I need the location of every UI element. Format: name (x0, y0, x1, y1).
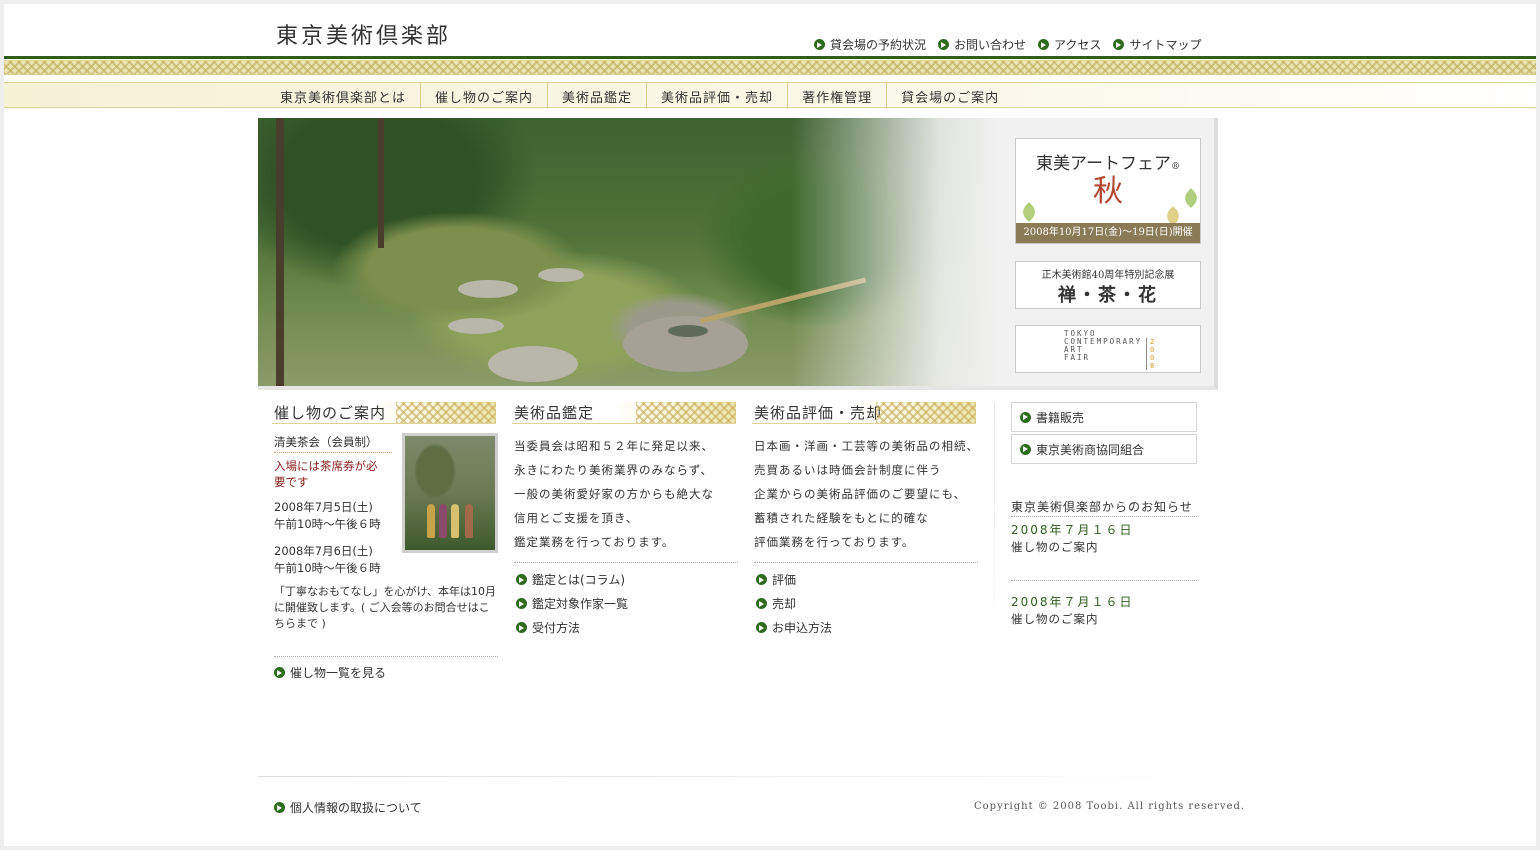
top-links: 貸会場の予約状況 お問い合わせ アクセス サイトマップ (814, 36, 1213, 53)
evaluation-heading: 美術品評価・売却 (752, 402, 976, 424)
event-time-2: 午前10時～午後６時 (274, 561, 381, 575)
stepping-stone (488, 346, 578, 382)
arrow-bullet-icon (938, 39, 950, 50)
arrow-bullet-icon (516, 622, 527, 633)
event-photo[interactable] (402, 433, 498, 553)
arrow-bullet-icon (1113, 39, 1125, 50)
footer-divider (258, 776, 1218, 777)
news-divider (1011, 580, 1197, 581)
evaluation-text: 日本画・洋画・工芸等の美術品の相続、 売買あるいは時価会計制度に伴う 企業からの… (754, 439, 979, 549)
header-divider (4, 56, 1536, 59)
copyright-text: Copyright © 2008 Toobi. All rights reser… (974, 801, 1246, 812)
news-heading: 東京美術倶楽部からのお知らせ (1011, 500, 1193, 514)
news-date: 2008年７月１６日 (1011, 523, 1134, 537)
stepping-stone (448, 318, 504, 334)
artfair-season: 秋 (1093, 174, 1123, 209)
arrow-bullet-icon (1038, 39, 1050, 50)
main-nav: 東京美術倶楽部とは 催し物のご案内 美術品鑑定 美術品評価・売却 著作権管理 貸… (266, 83, 1013, 109)
stepping-stone (538, 268, 584, 282)
event-notice: 入場には茶席券が必要です (274, 459, 378, 489)
tcaf-logo: TOKYO CONTEMPORARY ART FAIR (1064, 329, 1143, 362)
news-item-link[interactable]: 催し物のご案内 (1011, 611, 1099, 627)
kimono-figure (451, 504, 459, 538)
artfair-banner[interactable]: 東美アートフェア® 秋 2008年10月17日(金)～19日(日)開催 (1015, 138, 1201, 244)
arrow-bullet-icon (756, 622, 767, 633)
arrow-bullet-icon (516, 598, 527, 609)
kimono-figure (427, 504, 435, 538)
arrow-bullet-icon (814, 39, 825, 50)
sidebar-separator (994, 404, 995, 658)
tree-trunk (276, 118, 284, 386)
events-more-link[interactable]: 催し物一覧を見る (274, 664, 386, 681)
event-title: 清美茶会（会員制） (274, 435, 378, 449)
top-link-contact[interactable]: お問い合わせ (938, 36, 1026, 53)
arrow-bullet-icon (274, 667, 285, 678)
nav-item-venue[interactable]: 貸会場のご案内 (887, 83, 1013, 109)
nav-item-about[interactable]: 東京美術倶楽部とは (266, 83, 422, 109)
site-logo[interactable]: 東京美術倶楽部 (276, 18, 451, 50)
evaluation-link-assess[interactable]: 評価 (756, 571, 796, 588)
sidebar-button-dealers-union[interactable]: 東京美術商協同組合 (1011, 434, 1197, 464)
page-frame: 東京美術倶楽部 貸会場の予約状況 お問い合わせ アクセス サイトマップ 東京美術… (4, 4, 1536, 846)
event-time-1: 午前10時～午後６時 (274, 517, 381, 531)
evaluation-link-sell[interactable]: 売却 (756, 595, 796, 612)
news-divider (1011, 516, 1197, 517)
kimono-figure (439, 504, 447, 538)
nav-item-copyright[interactable]: 著作権管理 (788, 83, 888, 109)
nav-item-appraisal[interactable]: 美術品鑑定 (548, 83, 648, 109)
arrow-bullet-icon (756, 598, 767, 609)
news-item-link[interactable]: 催し物のご案内 (1011, 539, 1099, 555)
tcaf-banner[interactable]: TOKYO CONTEMPORARY ART FAIR 2008 (1015, 325, 1201, 373)
tree-trunk (378, 118, 384, 248)
masaki-banner[interactable]: 正木美術館40周年特別記念展 禅・茶・花 (1015, 261, 1201, 309)
garden-photo (258, 118, 998, 386)
bamboo-spout (699, 277, 867, 324)
event-divider (274, 452, 392, 453)
top-link-sitemap[interactable]: サイトマップ (1113, 36, 1201, 53)
arrow-bullet-icon (1020, 411, 1031, 423)
artfair-title: 東美アートフェア® (1036, 154, 1180, 174)
masaki-title: 禅・茶・花 (1058, 285, 1158, 306)
arrow-bullet-icon (1020, 443, 1031, 455)
appraisal-text: 当委員会は昭和５２年に発足以来、 永きにわたり美術業界のみならず、 一般の美術愛… (514, 439, 714, 549)
masaki-subtitle: 正木美術館40周年特別記念展 (1041, 270, 1175, 281)
arrow-bullet-icon (756, 574, 767, 585)
tcaf-year: 2008 (1146, 338, 1154, 370)
nav-item-evaluation[interactable]: 美術品評価・売却 (647, 83, 789, 109)
appraisal-link-artists[interactable]: 鑑定対象作家一覧 (516, 595, 628, 612)
event-date-1: 2008年7月5日(土) (274, 500, 373, 514)
kimono-figure (465, 504, 473, 538)
event-date-2: 2008年7月6日(土) (274, 544, 373, 558)
pattern-band (4, 60, 1536, 75)
evaluation-divider (754, 562, 978, 563)
appraisal-link-column[interactable]: 鑑定とは(コラム) (516, 571, 625, 588)
water-basin (623, 316, 748, 372)
evaluation-link-apply[interactable]: お申込方法 (756, 619, 832, 636)
hero-area: 東美アートフェア® 秋 2008年10月17日(金)～19日(日)開催 正木美術… (258, 118, 1218, 390)
artfair-date: 2008年10月17日(金)～19日(日)開催 (1016, 223, 1200, 243)
appraisal-divider (514, 562, 738, 563)
sidebar-button-books[interactable]: 書籍販売 (1011, 402, 1197, 432)
privacy-policy-link[interactable]: 個人情報の取扱について (274, 799, 422, 816)
appraisal-heading: 美術品鑑定 (512, 402, 736, 424)
arrow-bullet-icon (516, 574, 527, 585)
top-link-access[interactable]: アクセス (1038, 36, 1101, 53)
events-heading: 催し物のご案内 (272, 402, 496, 424)
stepping-stone (458, 280, 518, 298)
water-basin-opening (668, 325, 708, 337)
news-date: 2008年７月１６日 (1011, 595, 1134, 609)
events-divider (274, 656, 498, 657)
event-description: 「丁寧なおもてなし」を心がけ、本年は10月に開催致します。( ご入会等のお問合せ… (274, 585, 497, 630)
nav-item-events[interactable]: 催し物のご案内 (421, 83, 549, 109)
appraisal-link-reception[interactable]: 受付方法 (516, 619, 580, 636)
top-link-reservation[interactable]: 貸会場の予約状況 (814, 36, 926, 53)
arrow-bullet-icon (274, 802, 285, 813)
